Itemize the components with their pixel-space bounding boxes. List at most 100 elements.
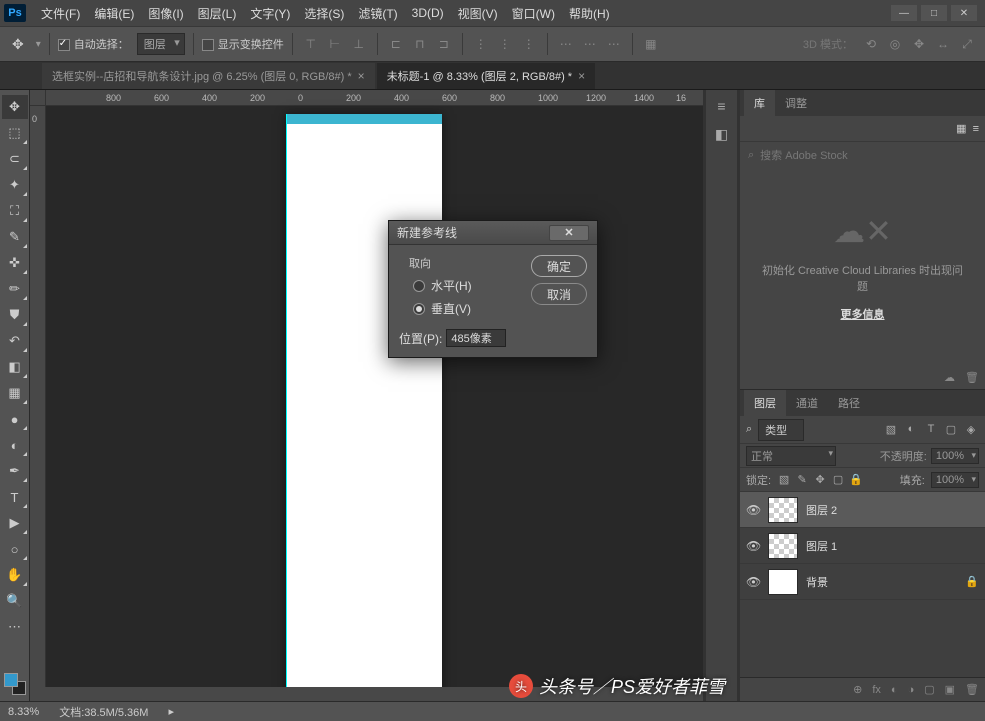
- align-left-icon[interactable]: ⊏: [386, 34, 406, 54]
- library-search[interactable]: ⌕ 搜索 Adobe Stock: [740, 142, 985, 168]
- history-panel-icon[interactable]: ≡: [717, 98, 725, 114]
- lock-all-icon[interactable]: ✥: [813, 473, 827, 486]
- layer-name[interactable]: 图层 2: [806, 502, 837, 518]
- magic-wand-tool[interactable]: ✦: [2, 173, 28, 197]
- doc-info-dropdown[interactable]: ▸: [168, 705, 174, 718]
- layer-row[interactable]: 👁 图层 1: [740, 528, 985, 564]
- history-brush-tool[interactable]: ↶: [2, 329, 28, 353]
- brush-tool[interactable]: ✏: [2, 277, 28, 301]
- ok-button[interactable]: 确定: [531, 255, 587, 277]
- new-layer-icon[interactable]: ▣: [945, 683, 955, 696]
- healing-tool[interactable]: ✜: [2, 251, 28, 275]
- search-icon[interactable]: ⌕: [746, 423, 752, 436]
- filter-smart-icon[interactable]: ◈: [963, 423, 979, 436]
- tool-preset-dropdown[interactable]: ▾: [36, 39, 41, 50]
- distribute-icon[interactable]: ⋮: [519, 34, 539, 54]
- layer-thumbnail[interactable]: [768, 569, 798, 595]
- more-info-link[interactable]: 更多信息: [841, 306, 885, 322]
- move-tool-icon[interactable]: ✥: [8, 36, 28, 53]
- auto-select-target[interactable]: 图层: [137, 33, 185, 55]
- minimize-button[interactable]: —: [891, 5, 917, 21]
- link-layers-icon[interactable]: ⊕: [853, 683, 862, 696]
- delete-layer-icon[interactable]: 🗑: [965, 683, 979, 696]
- tab-layers[interactable]: 图层: [744, 390, 786, 416]
- cloud-sync-icon[interactable]: ☁: [944, 371, 955, 384]
- auto-align-icon[interactable]: ▦: [641, 34, 661, 54]
- new-group-icon[interactable]: ▢: [924, 683, 934, 696]
- radio-vertical[interactable]: 垂直(V): [413, 300, 523, 317]
- tab-paths[interactable]: 路径: [828, 390, 870, 416]
- visibility-icon[interactable]: 👁: [746, 575, 760, 589]
- fill-value[interactable]: 100%: [931, 472, 979, 488]
- distribute-icon[interactable]: ⋯: [580, 34, 600, 54]
- doc-info[interactable]: 文档:38.5M/5.36M: [59, 704, 148, 720]
- eyedropper-tool[interactable]: ✎: [2, 225, 28, 249]
- blend-mode-select[interactable]: 正常: [746, 446, 836, 466]
- distribute-icon[interactable]: ⋮: [495, 34, 515, 54]
- horizontal-ruler[interactable]: 800 600 400 200 0 200 400 600 800 1000 1…: [46, 90, 737, 106]
- distribute-icon[interactable]: ⋯: [556, 34, 576, 54]
- align-top-icon[interactable]: ⊤: [301, 34, 321, 54]
- filter-type-icon[interactable]: T: [923, 423, 939, 436]
- filter-pixel-icon[interactable]: ▧: [883, 423, 899, 436]
- close-window-button[interactable]: ✕: [951, 5, 977, 21]
- layer-row[interactable]: 👁 背景 🔒: [740, 564, 985, 600]
- document-canvas[interactable]: [286, 114, 442, 701]
- 3d-zoom-icon[interactable]: ⤢: [957, 34, 977, 54]
- filter-kind-select[interactable]: 类型: [758, 419, 804, 441]
- position-input[interactable]: [446, 329, 506, 347]
- menu-3d[interactable]: 3D(D): [405, 6, 451, 20]
- lasso-tool[interactable]: ⊂: [2, 147, 28, 171]
- menu-view[interactable]: 视图(V): [451, 5, 505, 22]
- 3d-slide-icon[interactable]: ↔: [933, 34, 953, 54]
- eraser-tool[interactable]: ◧: [2, 355, 28, 379]
- zoom-level[interactable]: 8.33%: [8, 706, 39, 718]
- shape-tool[interactable]: ○: [2, 537, 28, 561]
- color-swatches[interactable]: [0, 671, 29, 701]
- visibility-icon[interactable]: 👁: [746, 539, 760, 553]
- opacity-value[interactable]: 100%: [931, 448, 979, 464]
- menu-layer[interactable]: 图层(L): [191, 5, 244, 22]
- vertical-ruler[interactable]: 0: [30, 106, 46, 701]
- menu-file[interactable]: 文件(F): [34, 5, 87, 22]
- visibility-icon[interactable]: 👁: [746, 503, 760, 517]
- dialog-titlebar[interactable]: 新建参考线 ✕: [389, 221, 597, 245]
- menu-select[interactable]: 选择(S): [297, 5, 351, 22]
- dodge-tool[interactable]: ◐: [2, 433, 28, 457]
- dialog-close-button[interactable]: ✕: [549, 225, 589, 241]
- filter-shape-icon[interactable]: ▢: [943, 423, 959, 436]
- radio-horizontal[interactable]: 水平(H): [413, 277, 523, 294]
- tab-close-icon[interactable]: ×: [578, 69, 585, 83]
- auto-select-checkbox[interactable]: 自动选择：: [58, 36, 129, 52]
- menu-help[interactable]: 帮助(H): [562, 5, 617, 22]
- layer-fx-icon[interactable]: fx: [872, 684, 881, 696]
- document-tab[interactable]: 选框实例--店招和导航条设计.jpg @ 6.25% (图层 0, RGB/8#…: [42, 63, 375, 89]
- layer-name[interactable]: 图层 1: [806, 538, 837, 554]
- lock-icon[interactable]: 🔒: [849, 473, 863, 486]
- pen-tool[interactable]: ✒: [2, 459, 28, 483]
- layer-row[interactable]: 👁 图层 2: [740, 492, 985, 528]
- hand-tool[interactable]: ✋: [2, 563, 28, 587]
- marquee-tool[interactable]: ⬚: [2, 121, 28, 145]
- tab-libraries[interactable]: 库: [744, 90, 775, 116]
- show-transform-checkbox[interactable]: 显示变换控件: [202, 36, 284, 52]
- menu-image[interactable]: 图像(I): [141, 5, 190, 22]
- layer-thumbnail[interactable]: [768, 497, 798, 523]
- trash-icon[interactable]: 🗑: [965, 371, 979, 384]
- path-select-tool[interactable]: ▶: [2, 511, 28, 535]
- align-hcenter-icon[interactable]: ⊓: [410, 34, 430, 54]
- tab-channels[interactable]: 通道: [786, 390, 828, 416]
- filter-adjust-icon[interactable]: ◐: [903, 423, 919, 436]
- stamp-tool[interactable]: ⛊: [2, 303, 28, 327]
- properties-panel-icon[interactable]: ◧: [715, 126, 728, 143]
- 3d-roll-icon[interactable]: ◎: [885, 34, 905, 54]
- crop-tool[interactable]: ⛶: [2, 199, 28, 223]
- distribute-icon[interactable]: ⋮: [471, 34, 491, 54]
- document-tab-active[interactable]: 未标题-1 @ 8.33% (图层 2, RGB/8#) * ×: [377, 63, 595, 89]
- type-tool[interactable]: T: [2, 485, 28, 509]
- lock-position-icon[interactable]: ✎: [795, 473, 809, 486]
- edit-toolbar[interactable]: ⋯: [2, 615, 28, 639]
- cancel-button[interactable]: 取消: [531, 283, 587, 305]
- tab-close-icon[interactable]: ×: [358, 69, 365, 83]
- zoom-tool[interactable]: 🔍: [2, 589, 28, 613]
